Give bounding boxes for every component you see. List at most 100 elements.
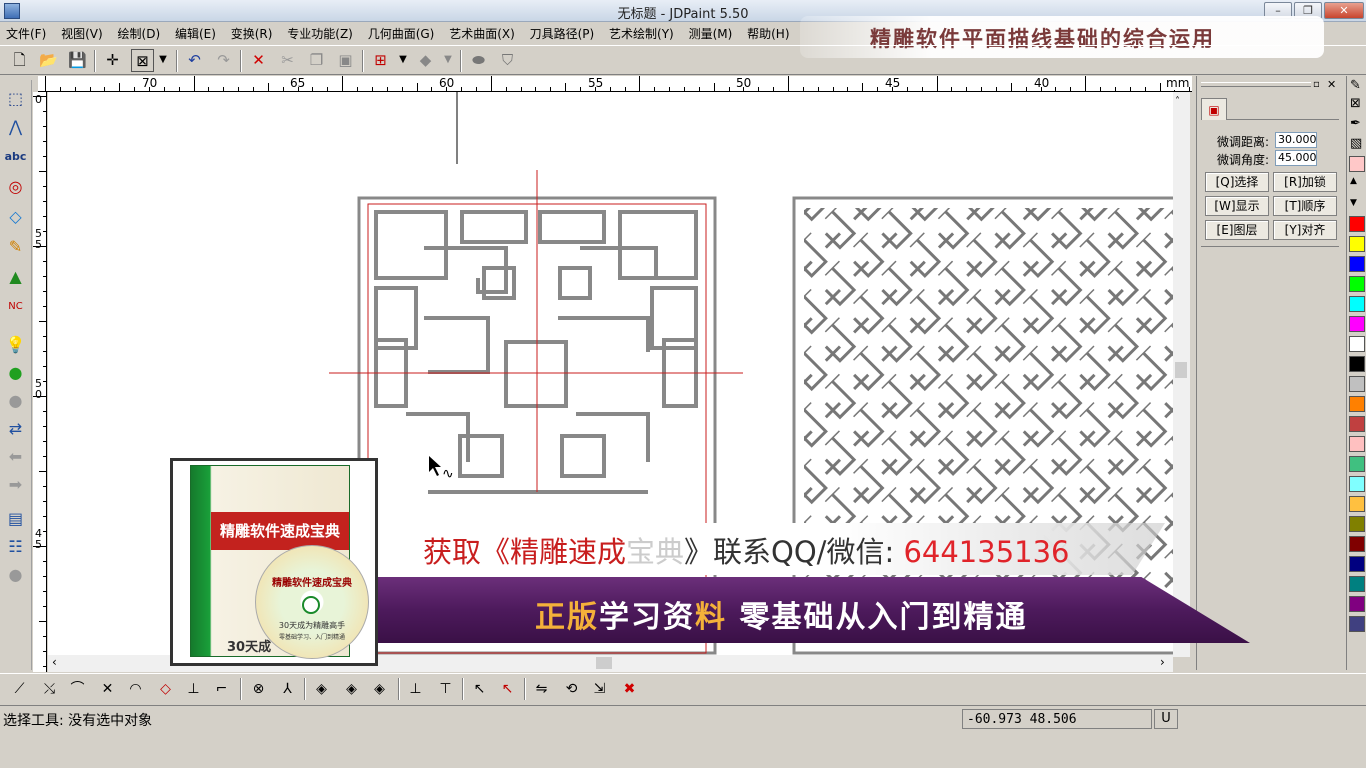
menu-view[interactable]: 视图(V) — [55, 22, 108, 43]
snap-icon[interactable]: ⊞ — [369, 49, 392, 72]
delete-icon[interactable]: ✕ — [247, 49, 270, 72]
select-box-icon[interactable]: ⊠ — [131, 49, 154, 72]
surface-tool-icon[interactable]: ▲ — [3, 264, 28, 289]
show-button[interactable]: [W]显示 — [1205, 196, 1269, 216]
trim-tool-icon[interactable]: ⤯ — [38, 677, 61, 701]
text-tool-icon[interactable]: abc — [3, 144, 28, 169]
circle-tool-icon[interactable]: ◇ — [154, 677, 177, 701]
color-swatch[interactable] — [1349, 416, 1365, 432]
align-top-icon[interactable]: ⊤ — [434, 677, 457, 701]
rotate-icon[interactable]: ⟲ — [560, 677, 583, 701]
angle-input[interactable]: 45.000 — [1275, 150, 1317, 166]
layer-button[interactable]: [E]图层 — [1205, 220, 1269, 240]
chevron-down-icon[interactable]: ▼ — [156, 49, 170, 72]
swap-icon[interactable]: ⇄ — [3, 416, 28, 441]
color-swatch[interactable] — [1349, 336, 1365, 352]
redo-icon[interactable]: ↷ — [212, 49, 235, 72]
menu-pro[interactable]: 专业功能(Z) — [281, 22, 358, 43]
polyline-tool-icon[interactable]: ⋀ — [3, 114, 28, 139]
color-swatch[interactable] — [1349, 276, 1365, 292]
scale-icon[interactable]: ⇲ — [588, 677, 611, 701]
diamond-a-icon[interactable]: ◈ — [310, 677, 333, 701]
scroll-up-icon[interactable]: ▲ — [1350, 176, 1357, 186]
intersect-tool-icon[interactable]: ✕ — [96, 677, 119, 701]
panel-restore-icon[interactable]: ▫ — [1313, 79, 1320, 90]
copy-icon[interactable]: ❐ — [305, 49, 328, 72]
color-swatch[interactable] — [1349, 516, 1365, 532]
pencil-icon[interactable]: ✎ — [1350, 78, 1361, 93]
current-color-swatch[interactable] — [1349, 156, 1365, 172]
color-swatch[interactable] — [1349, 576, 1365, 592]
color-swatch[interactable] — [1349, 456, 1365, 472]
fillet-tool-icon[interactable]: ⌒ — [66, 677, 89, 701]
align-bottom-icon[interactable]: ⊥ — [404, 677, 427, 701]
panel-close-icon[interactable]: ✕ — [1327, 78, 1336, 91]
no-fill-icon[interactable]: ⊠ — [1350, 96, 1361, 111]
close-button[interactable]: ✕ — [1324, 2, 1364, 19]
nc-tool-icon[interactable]: NC — [3, 294, 28, 319]
color-swatch[interactable] — [1349, 396, 1365, 412]
scroll-left-icon[interactable]: ‹ — [52, 655, 57, 669]
open-folder-icon[interactable]: 📂 — [37, 49, 60, 72]
dropper-icon[interactable]: ✒ — [1350, 116, 1361, 131]
menu-transform[interactable]: 变换(R) — [225, 22, 278, 43]
bulb-off-icon[interactable]: ● — [3, 562, 28, 587]
scroll-thumb[interactable] — [1175, 362, 1187, 378]
panel-tab-select[interactable]: ▣ — [1201, 98, 1227, 120]
color-swatch[interactable] — [1349, 256, 1365, 272]
menu-art-draw[interactable]: 艺术绘制(Y) — [603, 22, 679, 43]
offset-tool-icon[interactable]: ◎ — [3, 174, 28, 199]
select-tool-icon[interactable]: ⬚ — [3, 86, 28, 111]
chevron-down-icon[interactable]: ▼ — [441, 49, 455, 72]
menu-edit[interactable]: 编辑(E) — [169, 22, 221, 43]
color-swatch[interactable] — [1349, 316, 1365, 332]
arc-tool-icon[interactable]: ◠ — [124, 677, 147, 701]
color-swatch[interactable] — [1349, 536, 1365, 552]
grid-icon[interactable]: ☷ — [3, 534, 28, 559]
scroll-right-icon[interactable]: › — [1160, 655, 1165, 669]
color-swatch[interactable] — [1349, 436, 1365, 452]
menu-measure[interactable]: 测量(M) — [683, 22, 738, 43]
perpendicular-tool-icon[interactable]: ⊥ — [182, 677, 205, 701]
color-swatch[interactable] — [1349, 236, 1365, 252]
scroll-down-icon[interactable]: ▼ — [1350, 198, 1357, 208]
chevron-down-icon[interactable]: ▼ — [396, 49, 410, 72]
layers-icon[interactable]: ▤ — [3, 506, 28, 531]
align-button[interactable]: [Y]对齐 — [1273, 220, 1337, 240]
unit-button[interactable]: U — [1154, 709, 1178, 729]
pointer-a-icon[interactable]: ↖ — [468, 677, 491, 701]
color-swatch[interactable] — [1349, 596, 1365, 612]
arrow-right-icon[interactable]: ➡ — [3, 472, 28, 497]
tangent-tool-icon[interactable]: ⌐ — [210, 677, 233, 701]
cut-icon[interactable]: ✂ — [276, 49, 299, 72]
vertical-scrollbar[interactable]: ˄ ˅ — [1173, 92, 1190, 657]
scroll-up-icon[interactable]: ˄ — [1175, 96, 1180, 107]
color-swatch[interactable] — [1349, 356, 1365, 372]
bulb-gray-icon[interactable]: ● — [3, 388, 28, 413]
color-swatch[interactable] — [1349, 496, 1365, 512]
corner-tool-icon[interactable]: ⅄ — [276, 677, 299, 701]
order-button[interactable]: [T]顺序 — [1273, 196, 1337, 216]
scroll-thumb[interactable] — [596, 657, 612, 669]
shape-icon[interactable]: ⬬ — [467, 49, 490, 72]
menu-file[interactable]: 文件(F) — [0, 22, 51, 43]
delete-node-icon[interactable]: ✖ — [618, 677, 641, 701]
arrow-left-icon[interactable]: ⬅ — [3, 444, 28, 469]
line-tool-icon[interactable]: ⟋ — [8, 677, 31, 701]
crosshair-icon[interactable]: ✛ — [101, 49, 124, 72]
paste-icon[interactable]: ▣ — [334, 49, 357, 72]
offset-input[interactable]: 30.000 — [1275, 132, 1317, 148]
lock-button[interactable]: [R]加锁 — [1273, 172, 1337, 192]
hatch-icon[interactable]: ▧ — [1350, 136, 1362, 151]
new-file-icon[interactable]: 🗋 — [8, 49, 31, 72]
select-button[interactable]: [Q]选择 — [1205, 172, 1269, 192]
color-swatch[interactable] — [1349, 296, 1365, 312]
menu-toolpath[interactable]: 刀具路径(P) — [524, 22, 600, 43]
mirror-icon[interactable]: ⇋ — [530, 677, 553, 701]
pointer-b-icon[interactable]: ↖ — [496, 677, 519, 701]
node-tool-icon[interactable]: ⊗ — [247, 677, 270, 701]
save-icon[interactable]: 💾 — [66, 49, 89, 72]
color-swatch[interactable] — [1349, 556, 1365, 572]
bulb-blue-icon[interactable]: 💡 — [3, 332, 28, 357]
diamond-b-icon[interactable]: ◈ — [340, 677, 363, 701]
